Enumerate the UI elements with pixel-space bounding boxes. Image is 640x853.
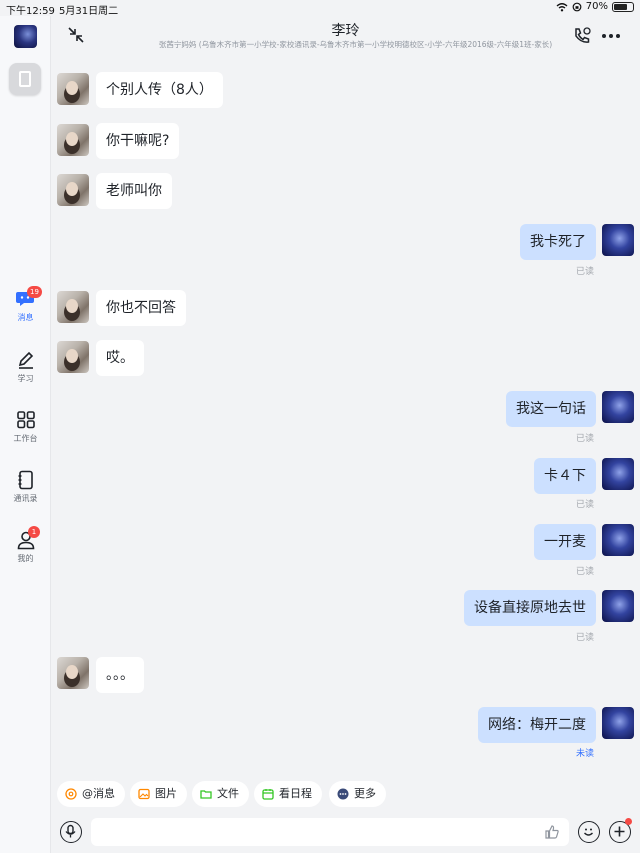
wifi-icon <box>556 2 568 11</box>
quick-action-mention[interactable]: @消息 <box>57 781 125 807</box>
contact-avatar[interactable] <box>57 174 89 206</box>
sidebar: 消息 19 学习 工作台 通讯录 我的 1 <box>0 16 51 853</box>
battery-fill <box>614 3 627 10</box>
read-status: 已读 <box>575 500 594 510</box>
microphone-glyph <box>65 824 76 838</box>
contact-avatar[interactable] <box>57 291 89 323</box>
quick-action-schedule[interactable]: 看日程 <box>254 781 322 807</box>
messages-badge: 19 <box>27 286 42 298</box>
chat-title: 李玲 <box>331 23 360 39</box>
self-avatar[interactable] <box>602 458 634 490</box>
sidebar-label-study: 学习 <box>17 374 34 383</box>
at-icon <box>65 788 77 800</box>
thumbs-up-icon[interactable] <box>544 824 560 840</box>
more-menu-icon[interactable] <box>600 26 622 46</box>
document-icon <box>19 71 31 87</box>
status-bar: 下午12:59 5月31日周二 70% <box>0 0 640 17</box>
quick-action-label: 图片 <box>155 787 177 800</box>
sidebar-item-workbench[interactable]: 工作台 <box>0 410 51 444</box>
contact-avatar[interactable] <box>57 73 89 105</box>
message-bubble-outgoing[interactable]: 一开麦 <box>534 524 596 560</box>
status-time: 下午12:59 <box>6 6 55 17</box>
message-bubble-outgoing[interactable]: 我卡死了 <box>520 224 596 260</box>
more-icon <box>337 788 349 800</box>
battery-percent: 70% <box>585 1 608 12</box>
self-avatar[interactable] <box>602 707 634 739</box>
notification-dot <box>625 818 632 825</box>
read-status: 已读 <box>575 633 594 643</box>
quick-action-label: @消息 <box>82 787 115 800</box>
message-bubble-incoming[interactable]: 你干嘛呢? <box>96 123 180 159</box>
chat-header: 李玲 张茜宁妈妈 (乌鲁木齐市第一小学校-家校通讯录-乌鲁木齐市第一小学校明德校… <box>51 16 640 56</box>
self-avatar[interactable] <box>602 224 634 256</box>
battery-icon <box>612 1 634 12</box>
read-status: 已读 <box>575 567 594 577</box>
status-date: 5月31日周二 <box>59 6 119 17</box>
smile-glyph <box>584 828 593 836</box>
sidebar-label-me: 我的 <box>17 554 34 563</box>
status-right: 70% <box>556 1 634 12</box>
quick-action-label: 文件 <box>217 787 239 800</box>
message-input[interactable] <box>91 818 569 846</box>
read-status: 已读 <box>575 434 594 444</box>
image-icon <box>138 788 150 800</box>
quick-action-more[interactable]: 更多 <box>329 781 386 807</box>
sidebar-item-study[interactable]: 学习 <box>0 350 51 384</box>
folder-icon <box>200 790 212 799</box>
quick-action-label: 更多 <box>354 787 376 800</box>
rotation-lock-icon <box>572 2 582 11</box>
message-bubble-incoming[interactable]: 个别人传（8人） <box>96 72 223 108</box>
message-bubble-outgoing[interactable]: 设备直接原地去世 <box>464 590 596 626</box>
sidebar-label-messages: 消息 <box>17 313 34 322</box>
chat-subtitle: 张茜宁妈妈 (乌鲁木齐市第一小学校-家校通讯录-乌鲁木齐市第一小学校明德校区-小… <box>158 40 553 49</box>
grid-icon <box>16 411 35 429</box>
message-bubble-outgoing[interactable]: 我这一句话 <box>506 391 596 427</box>
pencil-icon <box>18 351 33 369</box>
self-avatar[interactable] <box>602 391 634 423</box>
self-avatar[interactable] <box>602 524 634 556</box>
message-bubble-incoming[interactable]: 你也不回答 <box>96 290 186 326</box>
quick-action-label: 看日程 <box>279 787 312 800</box>
calendar-icon <box>262 789 274 800</box>
plus-glyph <box>614 826 625 837</box>
sidebar-item-me[interactable]: 我的 1 <box>0 526 51 564</box>
self-avatar[interactable] <box>602 590 634 622</box>
sidebar-item-contacts[interactable]: 通讯录 <box>0 470 51 504</box>
unread-status: 未读 <box>575 749 594 759</box>
sidebar-label-workbench: 工作台 <box>13 434 38 443</box>
emoji-icon[interactable] <box>578 821 600 843</box>
contact-avatar[interactable] <box>57 657 89 689</box>
contact-avatar[interactable] <box>57 341 89 373</box>
input-bar <box>51 813 640 853</box>
read-status: 已读 <box>575 267 594 277</box>
message-bubble-incoming[interactable]: 老师叫你 <box>96 173 172 209</box>
message-bubble-outgoing[interactable]: 网络：梅开二度 <box>478 707 596 743</box>
phone-call-icon[interactable] <box>572 26 592 46</box>
contacts-book-icon <box>18 470 33 490</box>
microphone-icon[interactable] <box>60 821 82 843</box>
quick-action-file[interactable]: 文件 <box>192 781 249 807</box>
message-bubble-outgoing[interactable]: 卡４下 <box>534 458 596 494</box>
me-badge: 1 <box>28 526 40 538</box>
sidebar-item-messages[interactable]: 消息 19 <box>0 286 51 323</box>
user-avatar[interactable] <box>14 25 37 48</box>
sidebar-label-contacts: 通讯录 <box>13 494 38 503</box>
contact-avatar[interactable] <box>57 124 89 156</box>
quick-action-image[interactable]: 图片 <box>130 781 187 807</box>
floating-document-button[interactable] <box>9 63 41 95</box>
message-bubble-incoming[interactable]: 。。。 <box>96 657 144 693</box>
message-bubble-incoming[interactable]: 哎。 <box>96 340 144 376</box>
